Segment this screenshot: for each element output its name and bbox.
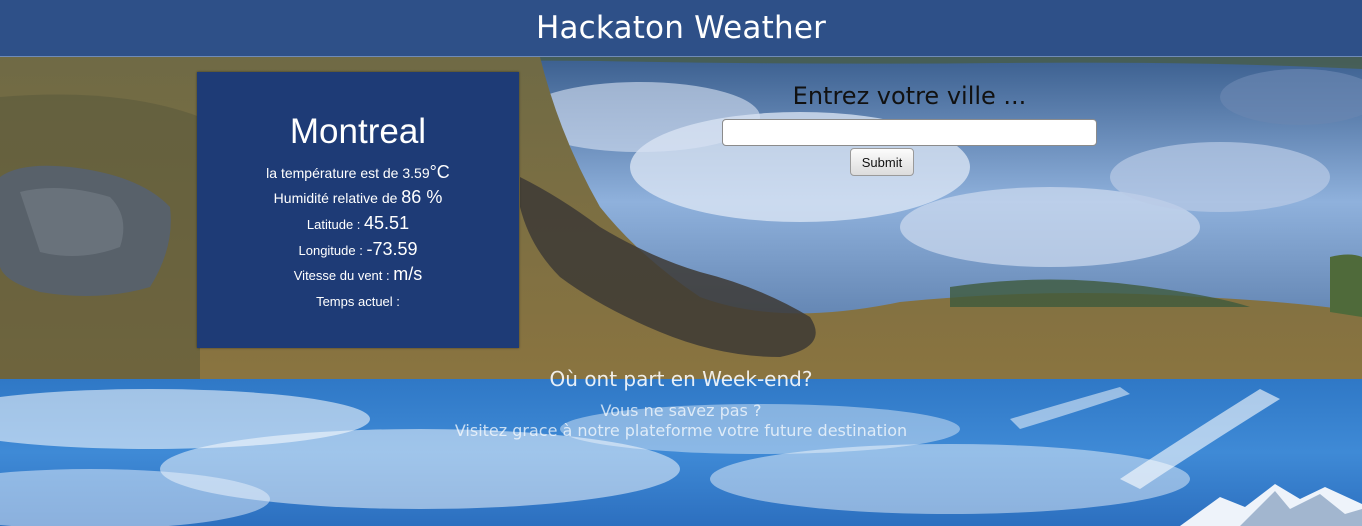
weekend-subtitle-line-2: Visitez grace à notre plateforme votre f… <box>454 421 908 440</box>
humidity-row: Humidité relative de 86 % <box>197 187 519 208</box>
longitude-value: -73.59 <box>366 239 418 259</box>
header-bar: Hackaton Weather <box>0 0 1362 57</box>
latitude-row: Latitude : 45.51 <box>197 213 519 235</box>
temperature-label: la température est de <box>266 165 403 181</box>
humidity-label: Humidité relative de <box>273 190 402 206</box>
longitude-label: Longitude : <box>298 243 367 258</box>
wind-label: Vitesse du vent : <box>293 268 394 283</box>
city-search-input[interactable] <box>722 119 1097 146</box>
weekend-subtitle-line-1: Vous ne savez pas ? <box>600 401 762 420</box>
latitude-value: 45.51 <box>364 213 410 233</box>
wind-value: m/s <box>393 264 423 284</box>
current-time-label: Temps actuel : <box>316 294 400 309</box>
temperature-unit: °C <box>429 162 450 182</box>
longitude-row: Longitude : -73.59 <box>197 239 519 261</box>
temperature-value: 3.59 <box>402 165 430 181</box>
latitude-label: Latitude : <box>306 217 365 232</box>
city-name: Montreal <box>289 112 427 151</box>
app-title: Hackaton Weather <box>535 10 827 46</box>
city-search-label: Entrez votre ville ... <box>792 82 1027 110</box>
page: Hackaton Weather Montreal la température… <box>0 0 1362 526</box>
humidity-value: 86 % <box>401 187 443 207</box>
temperature-row: la température est de 3.59°C <box>197 162 519 183</box>
weather-card: Montreal la température est de 3.59°C Hu… <box>197 72 519 348</box>
weekend-title: Où ont part en Week-end? <box>549 367 813 391</box>
wind-row: Vitesse du vent : m/s <box>197 264 519 286</box>
submit-button[interactable]: Submit <box>850 148 914 176</box>
